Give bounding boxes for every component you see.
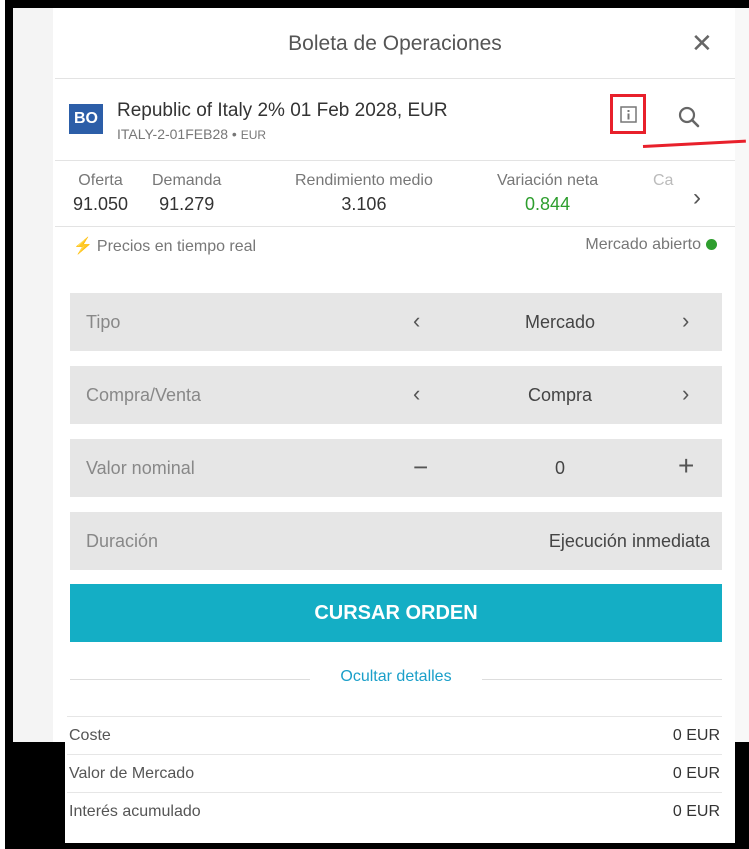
details-toggle-row: Ocultar detalles — [70, 663, 722, 693]
trade-ticket-panel: Boleta de Operaciones ✕ BO Republic of I… — [55, 8, 735, 843]
nominal-input[interactable]: 0 — [470, 458, 650, 479]
instrument-name: Republic of Italy 2% 01 Feb 2028, EUR — [117, 100, 448, 121]
price-bid: Oferta 91.050 — [73, 172, 128, 215]
price-strip: Oferta 91.050 Demanda 91.279 Rendimiento… — [55, 160, 735, 227]
detail-label: Coste — [69, 727, 111, 744]
plus-icon[interactable]: + — [678, 450, 694, 482]
price-truncated-column: Ca — [653, 172, 673, 190]
detail-row-cost: Coste 0 EUR — [67, 716, 722, 753]
price-label: Ca — [653, 172, 674, 189]
price-value: 91.279 — [159, 194, 215, 214]
detail-value: 0 EUR — [672, 727, 720, 744]
realtime-label: Precios en tiempo real — [96, 238, 257, 255]
instrument-symbol: ITALY-2-01FEB28 — [117, 126, 229, 142]
market-status-label: Mercado abierto — [585, 236, 701, 253]
instrument-info-button[interactable] — [610, 94, 646, 134]
screenshot-border-top — [5, 0, 749, 8]
detail-value: 0 EUR — [672, 765, 720, 782]
ticket-header: Boleta de Operaciones ✕ — [55, 8, 735, 79]
price-label: Oferta — [78, 172, 123, 189]
duration-selector[interactable]: Duración Ejecución inmediata — [70, 512, 722, 570]
hide-details-link[interactable]: Ocultar detalles — [70, 668, 722, 686]
instrument-currency: EUR — [240, 128, 267, 142]
screenshot-border-right — [735, 742, 749, 849]
screenshot-border-corner — [5, 742, 65, 849]
place-order-button[interactable]: CURSAR ORDEN — [70, 584, 722, 642]
search-icon[interactable] — [677, 105, 701, 134]
market-open-indicator: Mercado abierto — [585, 236, 717, 254]
screenshot-border-left — [5, 0, 13, 849]
price-label: Variación neta — [497, 172, 599, 189]
chevron-left-icon[interactable]: ‹ — [413, 308, 420, 334]
order-type-label: Tipo — [86, 312, 121, 332]
order-type-selector: Tipo ‹ Mercado › — [70, 293, 722, 351]
chevron-left-icon[interactable]: ‹ — [413, 381, 420, 407]
chevron-right-icon[interactable]: › — [693, 184, 701, 212]
order-type-value: Mercado — [524, 312, 596, 332]
info-icon — [620, 106, 637, 123]
nominal-label: Valor nominal — [86, 458, 195, 478]
screenshot-border-bottom — [5, 843, 749, 849]
symbol-separator: • — [231, 126, 237, 142]
instrument-header: BO Republic of Italy 2% 01 Feb 2028, EUR… — [55, 78, 735, 161]
price-value: 3.106 — [341, 194, 387, 214]
instrument-type-badge: BO — [69, 104, 103, 134]
side-label: Compra/Venta — [86, 385, 202, 405]
close-icon[interactable]: ✕ — [691, 30, 713, 56]
price-value: 91.050 — [73, 194, 129, 214]
price-yield: Rendimiento medio 3.106 — [295, 172, 433, 215]
ticket-title: Boleta de Operaciones — [288, 32, 502, 55]
duration-value[interactable]: Ejecución inmediata — [450, 531, 710, 552]
chevron-right-icon[interactable]: › — [682, 308, 689, 334]
detail-row-accrued-interest: Interés acumulado 0 EUR — [67, 792, 722, 829]
nominal-amount-stepper: Valor nominal − 0 + — [70, 439, 722, 497]
chevron-right-icon[interactable]: › — [682, 381, 689, 407]
realtime-indicator: ⚡ Precios en tiempo real — [73, 236, 256, 256]
detail-row-market-value: Valor de Mercado 0 EUR — [67, 754, 722, 791]
detail-value: 0 EUR — [672, 803, 720, 820]
minus-icon[interactable]: − — [413, 452, 428, 483]
background-strip-left — [13, 8, 53, 743]
market-status-bar: ⚡ Precios en tiempo real Mercado abierto — [55, 226, 735, 266]
price-value: 0.844 — [525, 194, 571, 214]
duration-label: Duración — [86, 531, 159, 551]
detail-label: Interés acumulado — [69, 803, 201, 820]
status-dot-icon — [706, 239, 717, 251]
instrument-symbol-line: ITALY-2-01FEB28 • EUR — [117, 126, 266, 142]
price-label: Rendimiento medio — [295, 172, 433, 189]
side-value: Compra — [527, 385, 593, 405]
side-selector: Compra/Venta ‹ Compra › — [70, 366, 722, 424]
price-ask: Demanda 91.279 — [152, 172, 221, 215]
price-net-change: Variación neta 0.844 — [497, 172, 598, 215]
price-label: Demanda — [152, 172, 222, 189]
lightning-icon: ⚡ — [73, 238, 93, 255]
hide-details-label[interactable]: Ocultar detalles — [330, 668, 462, 685]
detail-label: Valor de Mercado — [69, 765, 195, 782]
